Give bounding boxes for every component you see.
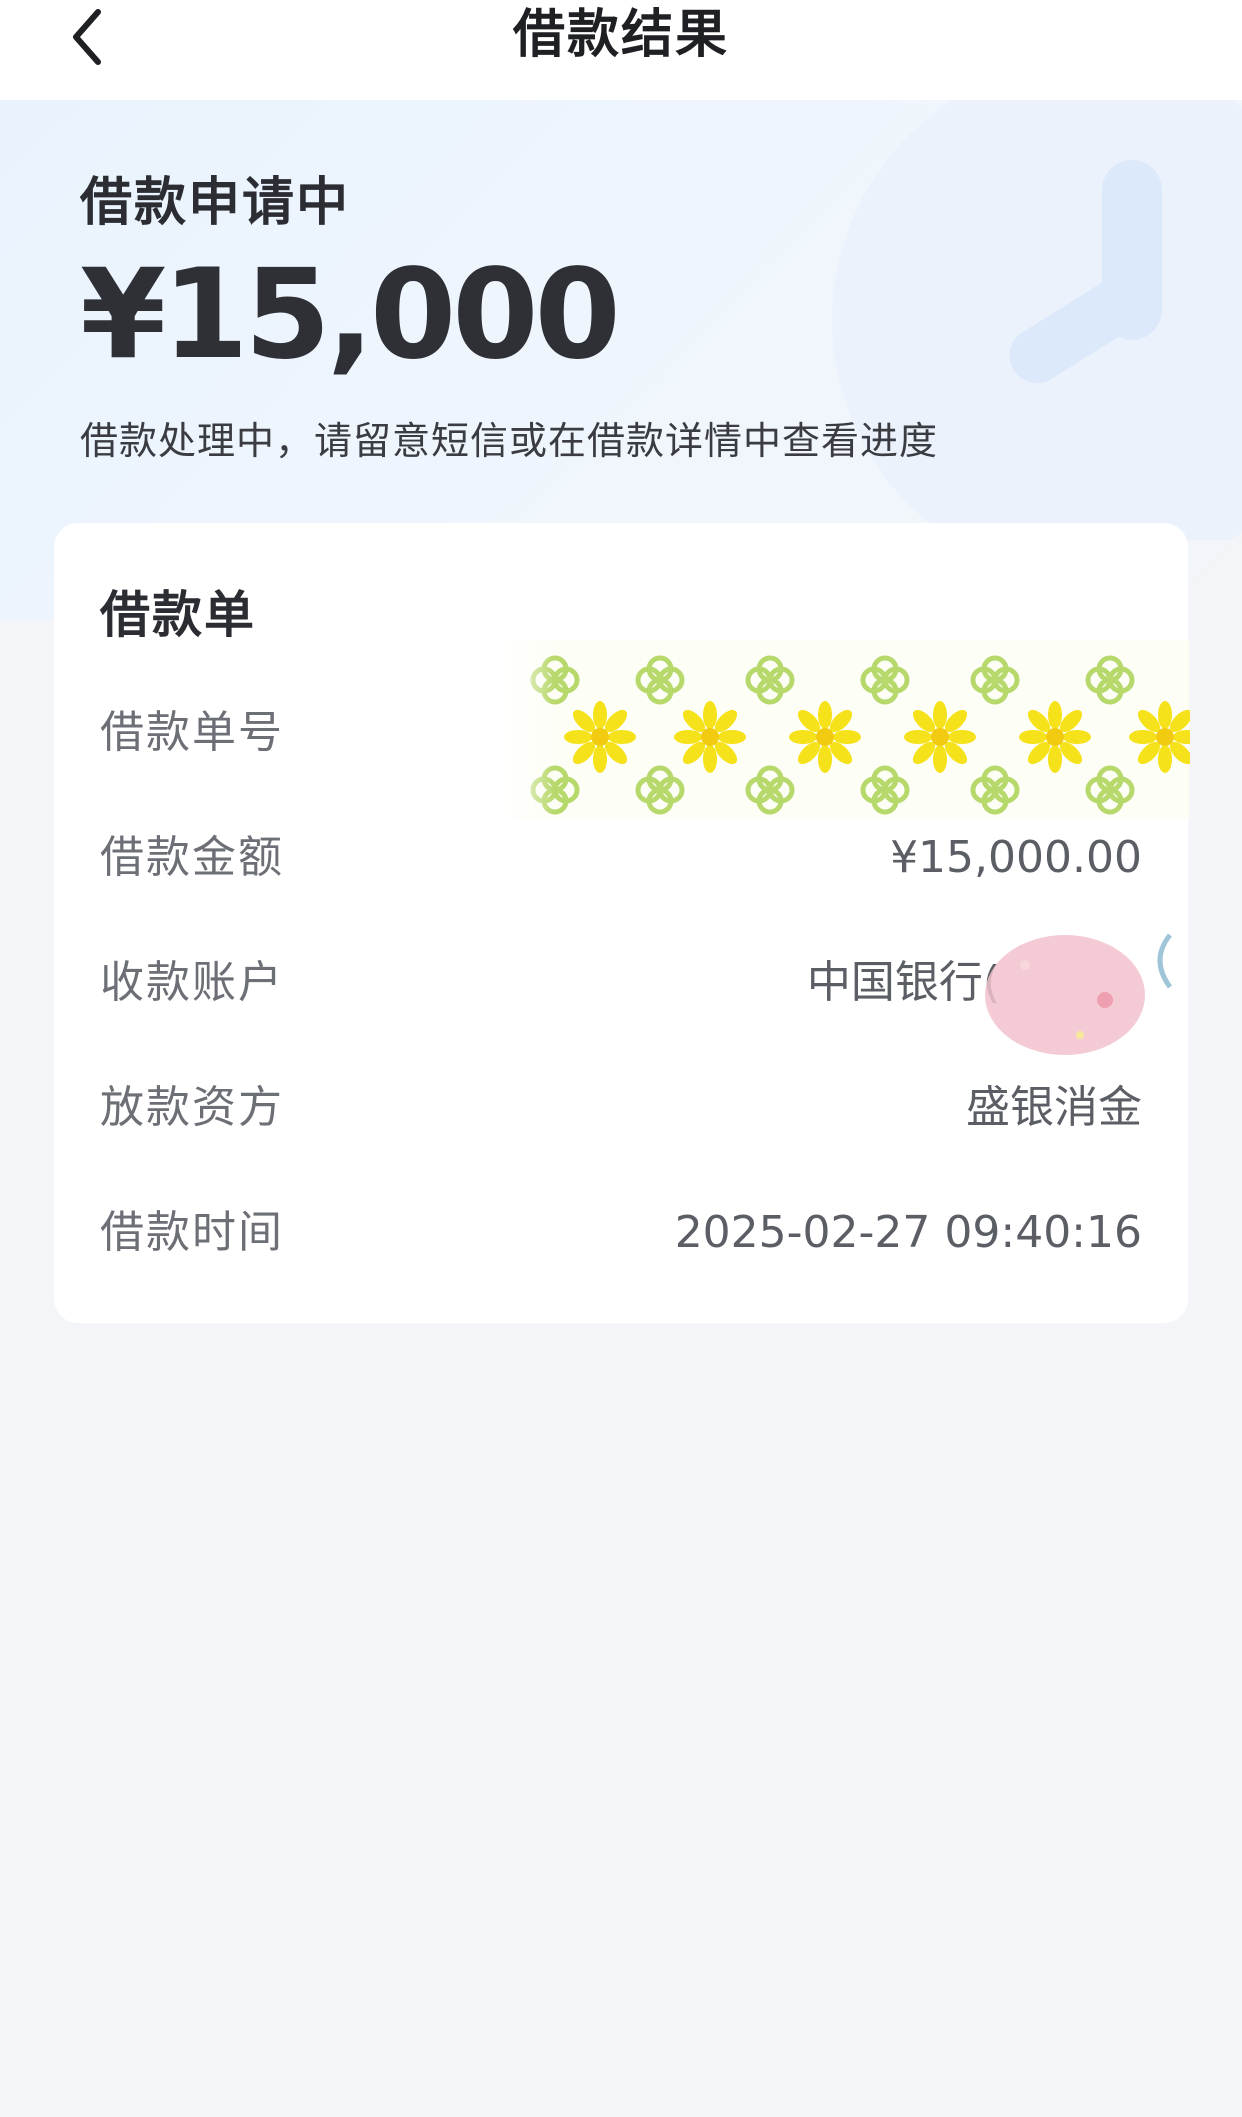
flower-sticker-mask-icon <box>500 640 1190 820</box>
hourglass-decor-icon <box>832 100 1242 540</box>
lender-row: 放款资方 盛银消金 <box>100 1078 1142 1138</box>
status-title: 借款申请中 <box>80 173 351 233</box>
loan-amount-value: ¥15,000.00 <box>890 832 1142 883</box>
loan-time-label: 借款时间 <box>100 1207 284 1258</box>
pink-blur-mask-icon <box>985 933 1173 1055</box>
lender-label: 放款资方 <box>100 1082 284 1133</box>
lender-value: 盛银消金 <box>966 1082 1142 1133</box>
navigation-bar: 借款结果 <box>0 0 1242 100</box>
loan-amount-row: 借款金额 ¥15,000.00 <box>100 828 1142 888</box>
receiving-account-value: 中国银行( <box>806 957 1000 1008</box>
loan-amount: ¥15,000 <box>80 243 621 387</box>
loan-number-label: 借款单号 <box>100 707 284 758</box>
page-title: 借款结果 <box>512 5 729 65</box>
card-title: 借款单 <box>100 586 256 644</box>
loan-time-value: 2025-02-27 09:40:16 <box>674 1207 1142 1258</box>
receiving-account-label: 收款账户 <box>100 957 284 1008</box>
loan-time-row: 借款时间 2025-02-27 09:40:16 <box>100 1203 1142 1263</box>
status-hint: 借款处理中，请留意短信或在借款详情中查看进度 <box>80 419 939 463</box>
loan-amount-label: 借款金额 <box>100 832 284 883</box>
